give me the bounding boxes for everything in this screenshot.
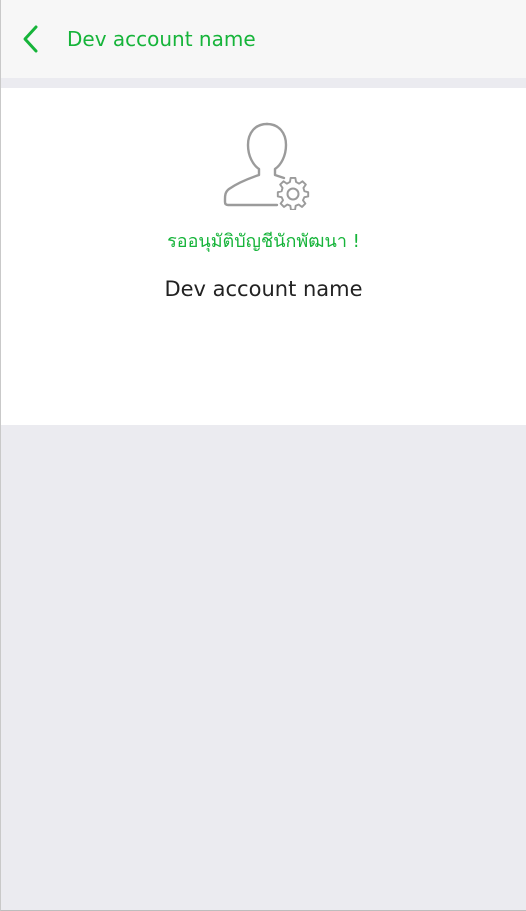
- account-name: Dev account name: [164, 277, 363, 301]
- back-button[interactable]: [15, 22, 45, 56]
- user-settings-icon: [223, 122, 310, 210]
- empty-content-area: [1, 425, 526, 910]
- chevron-left-icon: [23, 25, 38, 53]
- navigation-header: Dev account name: [1, 0, 526, 78]
- account-status-card: รออนุมัติบัญชีนักพัฒนา ! Dev account nam…: [1, 88, 526, 425]
- header-title[interactable]: Dev account name: [67, 24, 256, 54]
- header-separator: [1, 78, 526, 88]
- app-screen: Dev account name รออนุมัติบัญชีนักพัฒนา …: [0, 0, 526, 911]
- pending-approval-status: รออนุมัติบัญชีนักพัฒนา !: [167, 231, 360, 252]
